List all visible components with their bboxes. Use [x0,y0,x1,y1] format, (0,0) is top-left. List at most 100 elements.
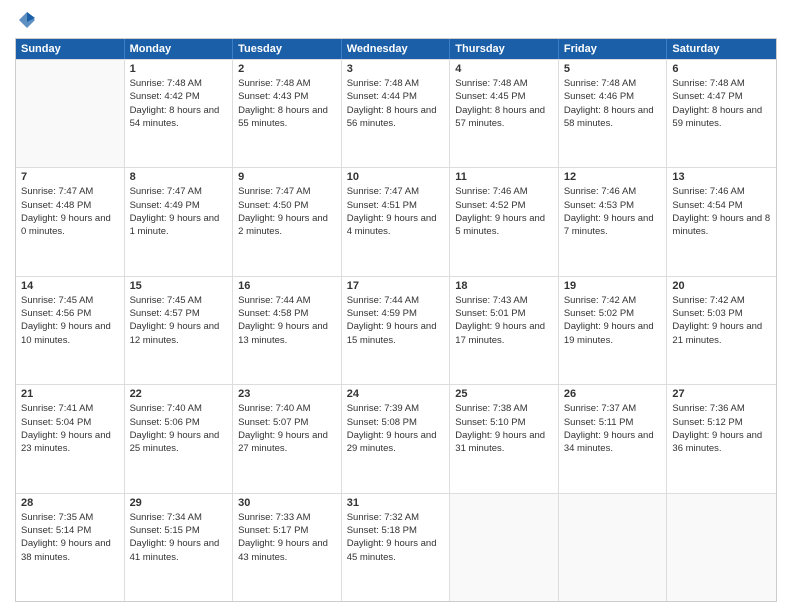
calendar-cell: 8 Sunrise: 7:47 AMSunset: 4:49 PMDaylight… [125,168,234,275]
day-number: 31 [347,497,445,509]
day-info: Sunrise: 7:48 AMSunset: 4:44 PMDaylight:… [347,77,445,130]
day-number: 13 [672,171,771,183]
day-number: 14 [21,280,119,292]
calendar-header-cell: Thursday [450,39,559,59]
calendar-cell: 19 Sunrise: 7:42 AMSunset: 5:02 PMDayligh… [559,277,668,384]
day-number: 7 [21,171,119,183]
day-info: Sunrise: 7:47 AMSunset: 4:48 PMDaylight:… [21,185,119,238]
calendar-cell: 23 Sunrise: 7:40 AMSunset: 5:07 PMDayligh… [233,385,342,492]
calendar-week: 28 Sunrise: 7:35 AMSunset: 5:14 PMDayligh… [16,493,776,601]
day-info: Sunrise: 7:39 AMSunset: 5:08 PMDaylight:… [347,402,445,455]
calendar-cell [16,60,125,167]
day-info: Sunrise: 7:45 AMSunset: 4:56 PMDaylight:… [21,294,119,347]
day-number: 15 [130,280,228,292]
day-info: Sunrise: 7:41 AMSunset: 5:04 PMDaylight:… [21,402,119,455]
calendar-cell [667,494,776,601]
day-info: Sunrise: 7:37 AMSunset: 5:11 PMDaylight:… [564,402,662,455]
calendar-cell: 1 Sunrise: 7:48 AMSunset: 4:42 PMDaylight… [125,60,234,167]
calendar-header-cell: Monday [125,39,234,59]
calendar-cell: 31 Sunrise: 7:32 AMSunset: 5:18 PMDayligh… [342,494,451,601]
calendar-header-row: SundayMondayTuesdayWednesdayThursdayFrid… [16,39,776,59]
day-number: 4 [455,63,553,75]
day-info: Sunrise: 7:48 AMSunset: 4:42 PMDaylight:… [130,77,228,130]
day-number: 23 [238,388,336,400]
calendar-week: 21 Sunrise: 7:41 AMSunset: 5:04 PMDayligh… [16,384,776,492]
day-info: Sunrise: 7:48 AMSunset: 4:46 PMDaylight:… [564,77,662,130]
day-info: Sunrise: 7:46 AMSunset: 4:54 PMDaylight:… [672,185,771,238]
day-info: Sunrise: 7:47 AMSunset: 4:49 PMDaylight:… [130,185,228,238]
calendar-header-cell: Saturday [667,39,776,59]
calendar-cell: 3 Sunrise: 7:48 AMSunset: 4:44 PMDaylight… [342,60,451,167]
day-number: 26 [564,388,662,400]
calendar-cell: 20 Sunrise: 7:42 AMSunset: 5:03 PMDayligh… [667,277,776,384]
day-number: 27 [672,388,771,400]
calendar-cell: 28 Sunrise: 7:35 AMSunset: 5:14 PMDayligh… [16,494,125,601]
calendar-cell: 24 Sunrise: 7:39 AMSunset: 5:08 PMDayligh… [342,385,451,492]
calendar-cell: 13 Sunrise: 7:46 AMSunset: 4:54 PMDayligh… [667,168,776,275]
day-number: 3 [347,63,445,75]
calendar-cell: 12Sunrise: 7:46 AMSunset: 4:53 PMDayligh… [559,168,668,275]
calendar-cell: 22Sunrise: 7:40 AMSunset: 5:06 PMDayligh… [125,385,234,492]
day-number: 6 [672,63,771,75]
day-number: 1 [130,63,228,75]
logo-icon [17,10,37,30]
day-info: Sunrise: 7:48 AMSunset: 4:45 PMDaylight:… [455,77,553,130]
calendar-cell: 5 Sunrise: 7:48 AMSunset: 4:46 PMDaylight… [559,60,668,167]
day-number: 25 [455,388,553,400]
day-info: Sunrise: 7:32 AMSunset: 5:18 PMDaylight:… [347,511,445,564]
day-info: Sunrise: 7:36 AMSunset: 5:12 PMDaylight:… [672,402,771,455]
calendar-cell: 17 Sunrise: 7:44 AMSunset: 4:59 PMDayligh… [342,277,451,384]
day-number: 21 [21,388,119,400]
calendar-cell: 10 Sunrise: 7:47 AMSunset: 4:51 PMDayligh… [342,168,451,275]
day-info: Sunrise: 7:44 AMSunset: 4:59 PMDaylight:… [347,294,445,347]
day-number: 10 [347,171,445,183]
calendar-cell: 9 Sunrise: 7:47 AMSunset: 4:50 PMDaylight… [233,168,342,275]
calendar-cell: 7 Sunrise: 7:47 AMSunset: 4:48 PMDaylight… [16,168,125,275]
day-info: Sunrise: 7:34 AMSunset: 5:15 PMDaylight:… [130,511,228,564]
calendar-cell: 18 Sunrise: 7:43 AMSunset: 5:01 PMDayligh… [450,277,559,384]
calendar-cell: 6Sunrise: 7:48 AMSunset: 4:47 PMDaylight… [667,60,776,167]
day-info: Sunrise: 7:40 AMSunset: 5:07 PMDaylight:… [238,402,336,455]
calendar-cell: 11 Sunrise: 7:46 AMSunset: 4:52 PMDayligh… [450,168,559,275]
day-info: Sunrise: 7:40 AMSunset: 5:06 PMDaylight:… [130,402,228,455]
day-number: 20 [672,280,771,292]
day-number: 16 [238,280,336,292]
calendar-cell: 16 Sunrise: 7:44 AMSunset: 4:58 PMDayligh… [233,277,342,384]
day-info: Sunrise: 7:42 AMSunset: 5:02 PMDaylight:… [564,294,662,347]
calendar-cell: 30Sunrise: 7:33 AMSunset: 5:17 PMDayligh… [233,494,342,601]
calendar-header-cell: Tuesday [233,39,342,59]
day-info: Sunrise: 7:48 AMSunset: 4:43 PMDaylight:… [238,77,336,130]
day-number: 28 [21,497,119,509]
day-number: 2 [238,63,336,75]
calendar-week: 1 Sunrise: 7:48 AMSunset: 4:42 PMDaylight… [16,59,776,167]
day-info: Sunrise: 7:38 AMSunset: 5:10 PMDaylight:… [455,402,553,455]
day-info: Sunrise: 7:43 AMSunset: 5:01 PMDaylight:… [455,294,553,347]
day-info: Sunrise: 7:46 AMSunset: 4:52 PMDaylight:… [455,185,553,238]
day-number: 18 [455,280,553,292]
calendar-cell: 27 Sunrise: 7:36 AMSunset: 5:12 PMDayligh… [667,385,776,492]
day-number: 11 [455,171,553,183]
day-number: 8 [130,171,228,183]
day-number: 24 [347,388,445,400]
calendar-cell: 26 Sunrise: 7:37 AMSunset: 5:11 PMDayligh… [559,385,668,492]
calendar-cell: 29Sunrise: 7:34 AMSunset: 5:15 PMDayligh… [125,494,234,601]
day-info: Sunrise: 7:42 AMSunset: 5:03 PMDaylight:… [672,294,771,347]
day-number: 5 [564,63,662,75]
calendar-cell: 14 Sunrise: 7:45 AMSunset: 4:56 PMDayligh… [16,277,125,384]
calendar-header-cell: Wednesday [342,39,451,59]
page: SundayMondayTuesdayWednesdayThursdayFrid… [0,0,792,612]
header [15,10,777,30]
calendar-cell: 4 Sunrise: 7:48 AMSunset: 4:45 PMDaylight… [450,60,559,167]
day-info: Sunrise: 7:47 AMSunset: 4:51 PMDaylight:… [347,185,445,238]
day-info: Sunrise: 7:35 AMSunset: 5:14 PMDaylight:… [21,511,119,564]
day-number: 19 [564,280,662,292]
day-info: Sunrise: 7:45 AMSunset: 4:57 PMDaylight:… [130,294,228,347]
day-info: Sunrise: 7:44 AMSunset: 4:58 PMDaylight:… [238,294,336,347]
day-number: 17 [347,280,445,292]
calendar-header-cell: Sunday [16,39,125,59]
calendar-week: 7 Sunrise: 7:47 AMSunset: 4:48 PMDaylight… [16,167,776,275]
day-info: Sunrise: 7:47 AMSunset: 4:50 PMDaylight:… [238,185,336,238]
day-number: 9 [238,171,336,183]
calendar-header-cell: Friday [559,39,668,59]
calendar-cell: 21 Sunrise: 7:41 AMSunset: 5:04 PMDayligh… [16,385,125,492]
